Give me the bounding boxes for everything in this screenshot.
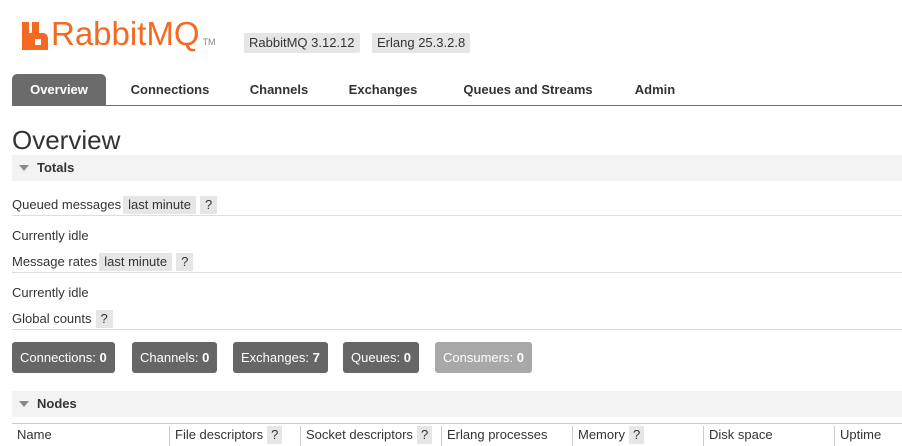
rabbit-icon	[22, 22, 48, 50]
connections-count[interactable]: Connections: 0	[12, 342, 115, 373]
nodes-section-title: Nodes	[37, 396, 77, 411]
totals-section-header[interactable]: Totals	[12, 155, 902, 181]
divider	[12, 329, 902, 330]
tab-overview[interactable]: Overview	[12, 74, 106, 105]
count-label: Connections:	[20, 350, 96, 365]
count-value: 7	[312, 350, 320, 365]
help-button[interactable]: ?	[416, 426, 433, 444]
tab-admin[interactable]: Admin	[626, 74, 684, 105]
erlang-version-badge: Erlang 25.3.2.8	[372, 33, 471, 53]
queued-messages-range-selector[interactable]: last minute	[123, 196, 196, 214]
column-header-memory[interactable]: Memory?	[572, 426, 645, 446]
column-header-socket-descriptors[interactable]: Socket descriptors?	[300, 426, 433, 446]
rates-status-text: Currently idle	[12, 285, 89, 300]
count-label: Exchanges:	[241, 350, 309, 365]
collapse-triangle-icon	[19, 165, 29, 171]
nodes-table-header: Name File descriptors? Socket descriptor…	[12, 423, 902, 446]
page-title: Overview	[12, 125, 121, 155]
logo-trademark: TM	[202, 37, 216, 47]
rabbitmq-logo[interactable]: RabbitMQ TM	[22, 16, 216, 50]
tab-channels[interactable]: Channels	[240, 74, 318, 105]
help-button[interactable]: ?	[267, 426, 283, 444]
version-badge: RabbitMQ 3.12.12	[244, 33, 360, 53]
tab-queues-and-streams[interactable]: Queues and Streams	[448, 74, 608, 105]
main-nav-tabs: Overview Connections Channels Exchanges …	[12, 74, 902, 106]
divider	[12, 215, 902, 216]
totals-section-title: Totals	[37, 160, 75, 175]
count-value: 0	[99, 350, 107, 365]
collapse-triangle-icon	[19, 401, 29, 407]
queues-count[interactable]: Queues: 0	[343, 342, 420, 373]
count-value: 0	[202, 350, 210, 365]
exchanges-count[interactable]: Exchanges: 7	[233, 342, 328, 373]
tab-connections[interactable]: Connections	[120, 74, 220, 105]
message-rates-label: Message rates	[12, 254, 98, 269]
message-rates-row: Message rates last minute?	[12, 253, 194, 271]
count-label: Consumers:	[443, 350, 514, 365]
global-counts-label: Global counts	[12, 311, 92, 326]
column-header-uptime[interactable]: Uptime	[834, 426, 881, 446]
help-button[interactable]: ?	[95, 310, 113, 328]
consumers-count: Consumers: 0	[435, 342, 532, 373]
help-button[interactable]: ?	[176, 253, 194, 271]
count-value: 0	[403, 350, 412, 365]
global-counts-row: Global counts?	[12, 310, 113, 328]
count-value: 0	[516, 350, 524, 365]
queued-messages-row: Queued messages last minute?	[12, 196, 218, 214]
column-header-erlang-processes[interactable]: Erlang processes	[441, 426, 547, 446]
column-header-disk-space[interactable]: Disk space	[703, 426, 773, 446]
column-header-name[interactable]: Name	[12, 426, 52, 446]
count-label: Queues:	[351, 350, 401, 365]
logo-text: RabbitMQ	[51, 15, 200, 52]
nodes-section-header[interactable]: Nodes	[12, 391, 902, 417]
queued-messages-label: Queued messages	[12, 197, 122, 212]
count-label: Channels:	[140, 350, 199, 365]
tab-exchanges[interactable]: Exchanges	[338, 74, 428, 105]
channels-count[interactable]: Channels: 0	[132, 342, 218, 373]
header: RabbitMQ TM RabbitMQ 3.12.12 Erlang 25.3…	[0, 0, 902, 70]
help-button[interactable]: ?	[200, 196, 218, 214]
message-rates-range-selector[interactable]: last minute	[99, 253, 173, 271]
help-button[interactable]: ?	[628, 426, 645, 444]
divider	[12, 272, 902, 273]
queued-status-text: Currently idle	[12, 228, 89, 243]
column-header-file-descriptors[interactable]: File descriptors?	[169, 426, 283, 446]
